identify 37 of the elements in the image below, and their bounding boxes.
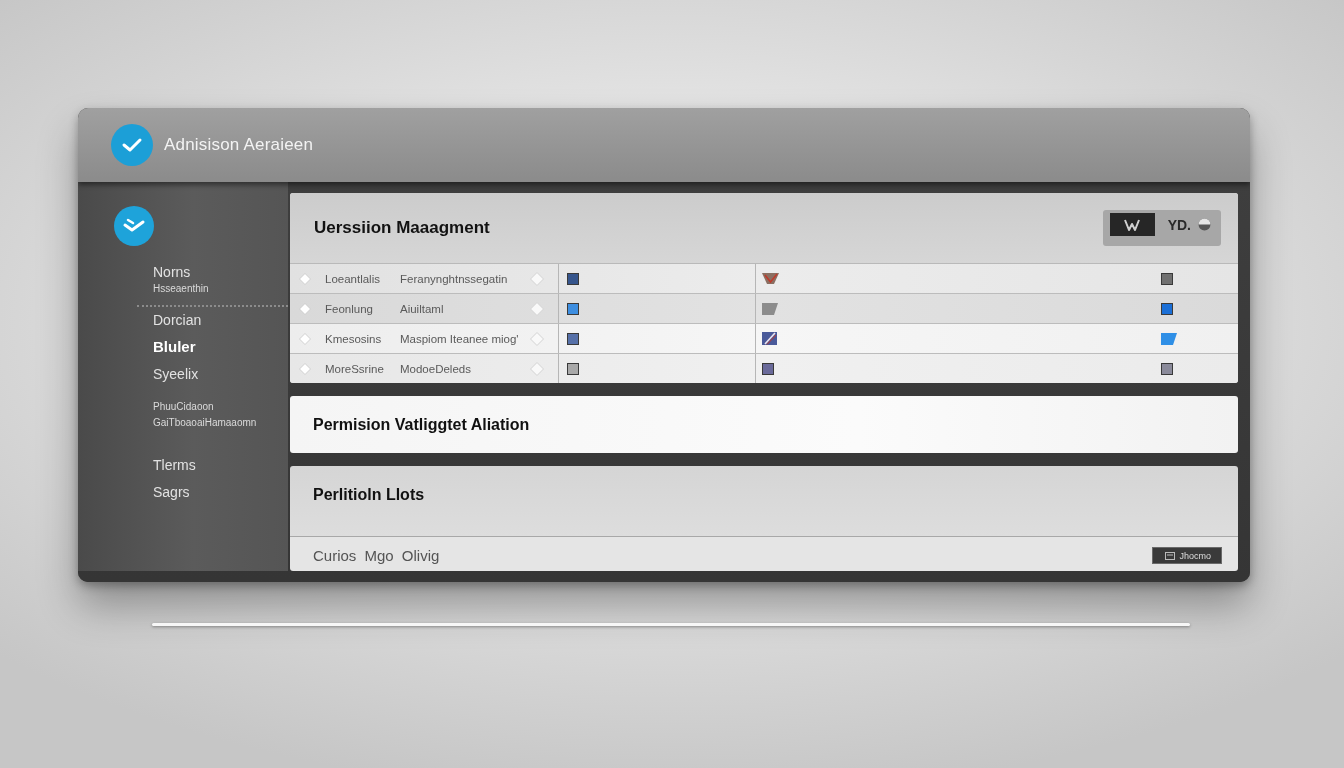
table-cell: MoreSsrine: [325, 362, 384, 375]
sidebar-note: PhuuCidaoon: [153, 400, 214, 413]
tick-circle-icon: [114, 206, 154, 246]
sidebar-item[interactable]: Bluler: [153, 338, 196, 356]
diamond-icon: [530, 361, 544, 376]
diamond-icon: [299, 332, 311, 345]
footer-text: Curios Mgo Olivig: [313, 547, 440, 564]
table-cell: ModoeDeleds: [400, 362, 471, 375]
sidebar-item[interactable]: Norns: [153, 263, 191, 281]
panel-title: Perlitioln Llots: [313, 486, 425, 503]
view-toggle-button[interactable]: [1109, 213, 1155, 236]
table-cell: Loeantlalis: [325, 272, 380, 285]
sidebar-item[interactable]: Tlerms: [153, 456, 196, 474]
check-circle-icon: [111, 124, 153, 166]
diamond-icon: [530, 301, 544, 316]
half-circle-icon: [1198, 218, 1211, 231]
diamond-icon: [530, 271, 544, 286]
diamond-icon: [299, 302, 311, 315]
view-toggle-button[interactable]: YD.: [1164, 213, 1194, 236]
sidebar-item[interactable]: Syeelix: [153, 365, 199, 383]
table-cell: Kmesosins: [325, 332, 382, 345]
table-cell: Aiuiltaml: [400, 302, 444, 315]
diamond-icon: [299, 362, 311, 375]
window-title: Adnisison Aeraieen: [164, 135, 314, 155]
sidebar-item[interactable]: Sagrs: [153, 483, 190, 501]
zigzag-icon: [1124, 218, 1141, 231]
table-cell: Maspiom Iteanee miog': [400, 332, 519, 345]
action-button[interactable]: Jhocmo: [1152, 547, 1222, 564]
panel-title: Uerssiion Maaagment: [314, 218, 490, 238]
panel-title: Permision Vatliggtet Aliation: [313, 415, 530, 434]
window-icon: [1165, 551, 1176, 560]
table-cell: Feonlung: [325, 302, 373, 315]
diamond-icon: [299, 272, 311, 285]
sidebar-note: Hsseaenthin: [153, 282, 209, 295]
table-cell: Feranynghtnssegatin: [400, 272, 508, 285]
sidebar-item[interactable]: Dorcian: [153, 311, 202, 329]
sidebar-note: GaiTboaoaiHamaaomn: [153, 416, 257, 429]
